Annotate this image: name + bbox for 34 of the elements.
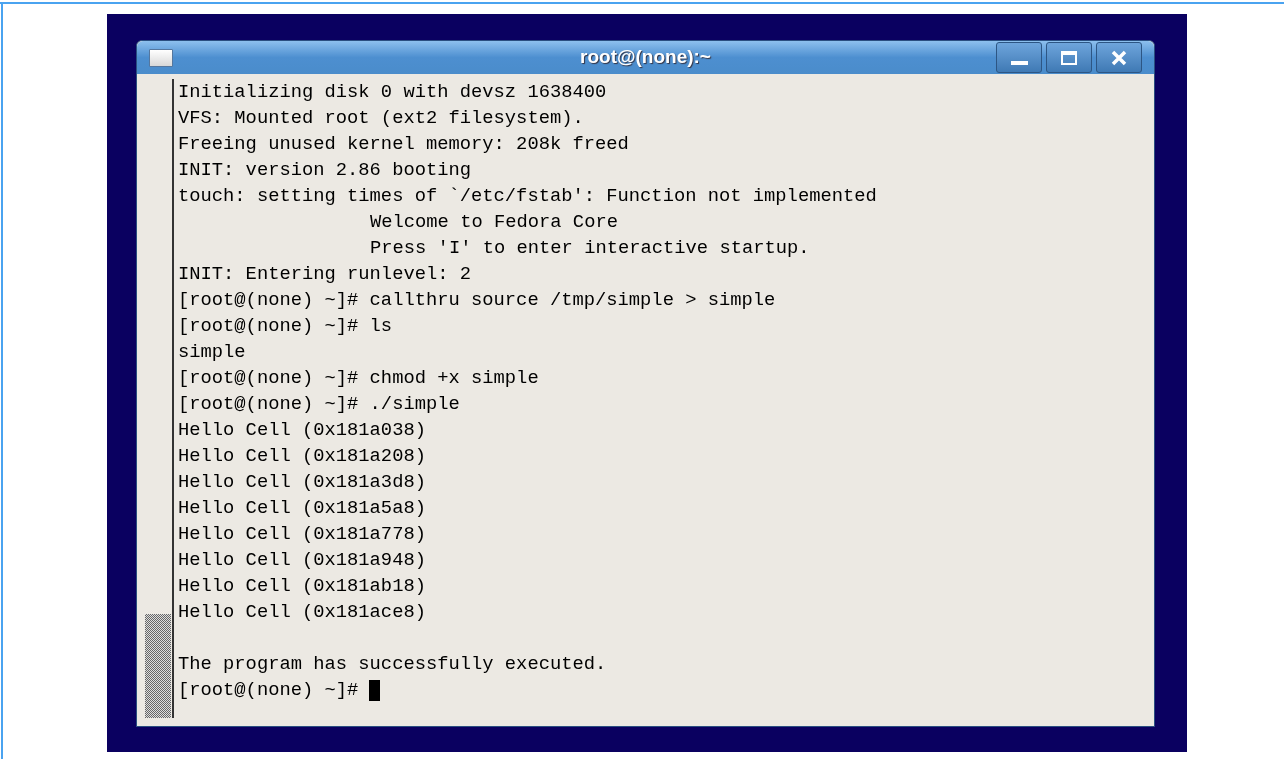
terminal-line: The program has successfully executed. bbox=[178, 652, 607, 677]
terminal-line: Initializing disk 0 with devsz 1638400 bbox=[178, 80, 607, 105]
maximize-icon bbox=[1061, 50, 1077, 65]
terminal-line: Hello Cell (0x181ab18) bbox=[178, 574, 426, 599]
terminal-line: VFS: Mounted root (ext2 filesystem). bbox=[178, 106, 584, 131]
text-cursor bbox=[369, 679, 381, 701]
terminal-line: [root@(none) ~]# callthru source /tmp/simple > simple bbox=[178, 288, 776, 313]
maximize-button[interactable] bbox=[1046, 42, 1092, 73]
window-menu-icon[interactable] bbox=[149, 48, 173, 67]
terminal-line: Welcome to Fedora Core bbox=[370, 210, 618, 235]
terminal-line: Hello Cell (0x181a948) bbox=[178, 548, 426, 573]
terminal-line: Hello Cell (0x181a778) bbox=[178, 522, 426, 547]
window-title: root@(none):~ bbox=[580, 45, 711, 70]
terminal-line: [root@(none) ~]# chmod +x simple bbox=[178, 366, 539, 391]
terminal-line: INIT: Entering runlevel: 2 bbox=[178, 262, 472, 287]
scrollbar-thumb[interactable] bbox=[145, 614, 171, 718]
terminal-line: INIT: version 2.86 booting bbox=[178, 158, 472, 183]
terminal-line: Hello Cell (0x181a208) bbox=[178, 444, 426, 469]
terminal-line: Hello Cell (0x181a038) bbox=[178, 418, 426, 443]
minimize-icon bbox=[1010, 60, 1028, 65]
scrollbar-track[interactable] bbox=[145, 79, 174, 718]
terminal-line: touch: setting times of `/etc/fstab': Function not implemented bbox=[178, 184, 877, 209]
close-button[interactable] bbox=[1096, 42, 1142, 73]
close-icon bbox=[1111, 49, 1127, 66]
terminal-line: Press 'I' to enter interactive startup. bbox=[370, 236, 810, 261]
terminal-prompt: [root@(none) ~]# bbox=[178, 678, 359, 703]
terminal-line: [root@(none) ~]# ls bbox=[178, 314, 393, 339]
terminal-line: Hello Cell (0x181ace8) bbox=[178, 600, 426, 625]
terminal-line: Hello Cell (0x181a5a8) bbox=[178, 496, 426, 521]
terminal-line: Hello Cell (0x181a3d8) bbox=[178, 470, 426, 495]
terminal-line: Freeing unused kernel memory: 208k freed bbox=[178, 132, 629, 157]
terminal-line: simple bbox=[178, 340, 246, 365]
terminal-line: [root@(none) ~]# ./simple bbox=[178, 392, 460, 417]
minimize-button[interactable] bbox=[996, 42, 1042, 73]
